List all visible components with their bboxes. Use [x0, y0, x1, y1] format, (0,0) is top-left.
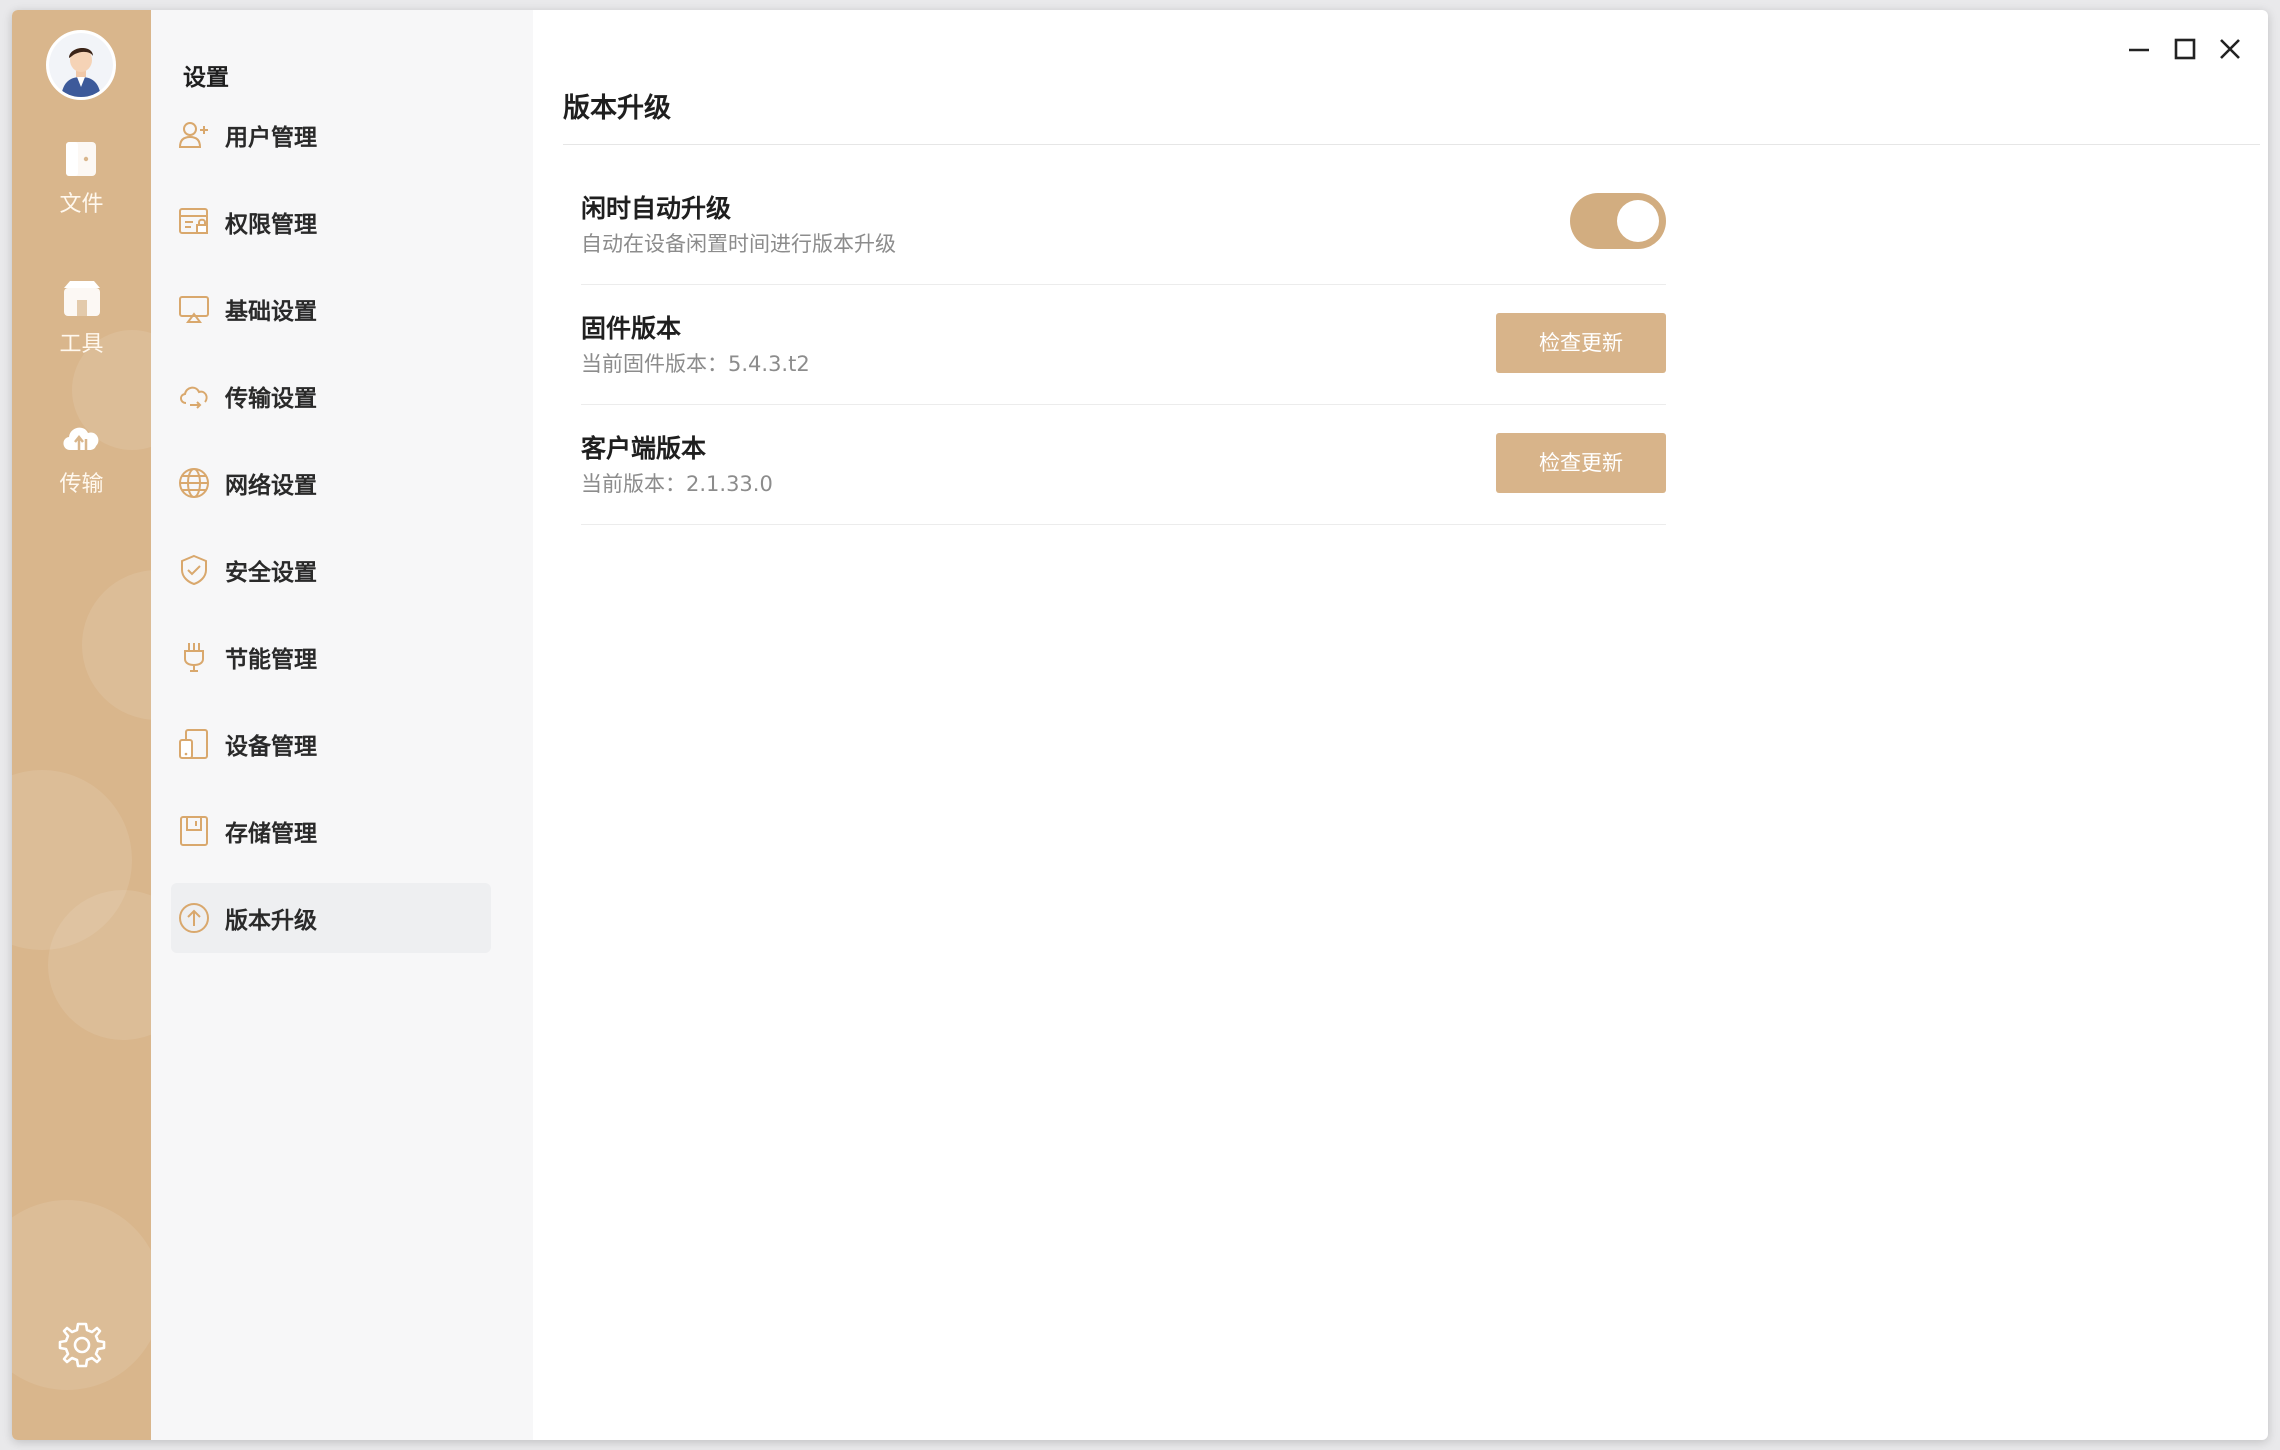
brand-rail: 文件 工具 传输 [12, 10, 151, 1440]
nav-item-transfer-settings[interactable]: 传输设置 [171, 361, 491, 431]
rail-label-tools: 工具 [59, 332, 104, 357]
maximize-icon[interactable] [2170, 34, 2200, 64]
nav-label: 传输设置 [225, 386, 317, 412]
rail-label-transfer: 传输 [59, 472, 104, 497]
nav-label: 安全设置 [225, 560, 317, 586]
nav-item-basic-settings[interactable]: 基础设置 [171, 274, 491, 344]
globe-icon [179, 468, 209, 498]
client-version-text: 当前版本：2.1.33.0 [581, 472, 773, 496]
shield-icon [181, 554, 207, 586]
rail-label-files: 文件 [59, 192, 104, 217]
upgrade-icon [179, 903, 209, 933]
nav-title: 设置 [183, 65, 229, 91]
app-window: 文件 工具 传输 设置 用户管理 权限管理 基础设置 传输设置 网络设置 安全设… [12, 10, 2268, 1440]
nav-label: 存储管理 [225, 821, 317, 847]
auto-upgrade-toggle[interactable] [1570, 193, 1666, 249]
auto-upgrade-desc: 自动在设备闲置时间进行版本升级 [581, 232, 896, 256]
rail-item-tools[interactable]: 工具 [12, 278, 151, 358]
nav-label: 设备管理 [225, 734, 317, 760]
rail-item-transfer[interactable]: 传输 [12, 418, 151, 498]
rail-item-files[interactable]: 文件 [12, 138, 151, 218]
firmware-version-row: 固件版本 当前固件版本：5.4.3.t2 检查更新 [581, 285, 1666, 405]
nav-item-version-upgrade[interactable]: 版本升级 [171, 883, 491, 953]
client-check-update-button[interactable]: 检查更新 [1496, 433, 1666, 493]
plug-icon [184, 643, 204, 672]
client-version-row: 客户端版本 当前版本：2.1.33.0 检查更新 [581, 405, 1666, 525]
close-icon[interactable] [2215, 34, 2245, 64]
firmware-version-text: 当前固件版本：5.4.3.t2 [581, 352, 810, 376]
nav-item-permission-management[interactable]: 权限管理 [171, 187, 491, 257]
page-title: 版本升级 [563, 93, 671, 124]
permission-icon [179, 208, 208, 234]
nav-item-user-management[interactable]: 用户管理 [171, 100, 491, 170]
nav-label: 权限管理 [225, 212, 317, 238]
toolbox-icon [63, 281, 100, 316]
file-icon [65, 142, 96, 176]
nav-item-power-management[interactable]: 节能管理 [171, 622, 491, 692]
minimize-icon[interactable] [2124, 34, 2154, 64]
device-icon [179, 729, 208, 759]
nav-label: 版本升级 [225, 908, 317, 934]
nav-item-network-settings[interactable]: 网络设置 [171, 448, 491, 518]
toggle-knob [1617, 200, 1659, 242]
user-add-icon [178, 122, 208, 148]
main-panel: 版本升级 闲时自动升级 自动在设备闲置时间进行版本升级 固件版本 当前固件版本：… [533, 10, 2268, 1440]
cloud-sync-icon [180, 386, 208, 409]
firmware-title: 固件版本 [581, 314, 682, 343]
firmware-check-update-button[interactable]: 检查更新 [1496, 313, 1666, 373]
storage-icon [180, 816, 208, 846]
nav-list: 用户管理 权限管理 基础设置 传输设置 网络设置 安全设置 节能管理 设备管理 … [171, 100, 491, 970]
user-avatar[interactable] [46, 30, 116, 100]
auto-upgrade-row: 闲时自动升级 自动在设备闲置时间进行版本升级 [581, 165, 1666, 285]
settings-nav: 设置 用户管理 权限管理 基础设置 传输设置 网络设置 安全设置 节能管理 设备… [151, 10, 533, 1440]
nav-label: 用户管理 [225, 125, 317, 151]
monitor-icon [179, 296, 209, 323]
auto-upgrade-title: 闲时自动升级 [581, 194, 732, 223]
cloud-transfer-icon [62, 427, 98, 459]
nav-label: 网络设置 [225, 473, 317, 499]
title-divider [563, 144, 2260, 145]
gear-icon[interactable] [57, 1320, 107, 1370]
client-title: 客户端版本 [581, 434, 707, 463]
nav-item-security-settings[interactable]: 安全设置 [171, 535, 491, 605]
nav-label: 基础设置 [225, 299, 317, 325]
nav-item-device-management[interactable]: 设备管理 [171, 709, 491, 779]
nav-item-storage-management[interactable]: 存储管理 [171, 796, 491, 866]
nav-label: 节能管理 [225, 647, 317, 673]
